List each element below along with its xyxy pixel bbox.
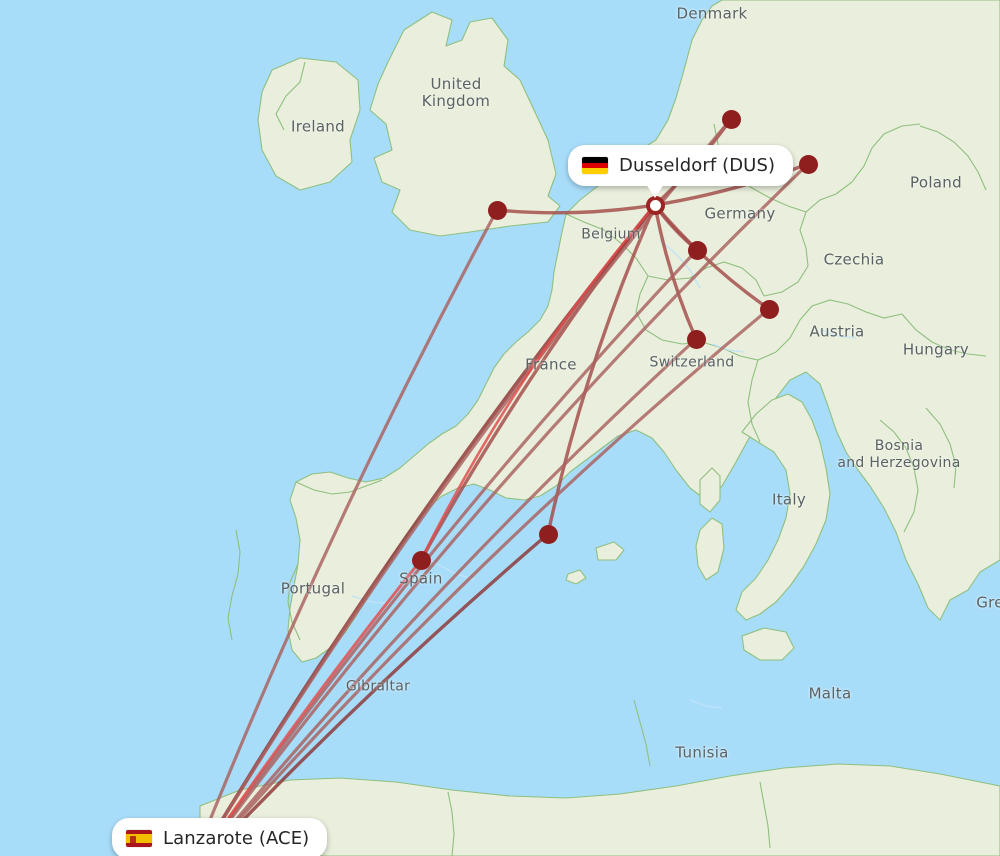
flight-route-map[interactable]: Denmark United Kingdom Ireland Poland German… [0, 0, 1000, 856]
airport-nodes-layer [0, 0, 1000, 856]
airport-popup-label: Dusseldorf (DUS) [619, 155, 776, 176]
airport-popup-ace[interactable]: Lanzarote (ACE) [112, 818, 328, 856]
airport-popup-dus[interactable]: Dusseldorf (DUS) [568, 145, 794, 198]
airport-marker-zrh[interactable] [686, 329, 706, 349]
spain-flag-icon [126, 830, 152, 847]
airport-marker-muc[interactable] [759, 299, 779, 319]
popup-pointer [646, 184, 664, 198]
airport-marker-ber[interactable] [798, 154, 818, 174]
airport-marker-ham[interactable] [721, 109, 741, 129]
airport-marker-dus[interactable] [645, 195, 665, 215]
airport-marker-fra[interactable] [687, 240, 707, 260]
airport-marker-lon[interactable] [487, 200, 507, 220]
airport-marker-bcn[interactable] [538, 524, 558, 544]
airport-marker-mad[interactable] [411, 550, 431, 570]
airport-popup-label: Lanzarote (ACE) [163, 828, 310, 849]
germany-flag-icon [582, 157, 608, 174]
